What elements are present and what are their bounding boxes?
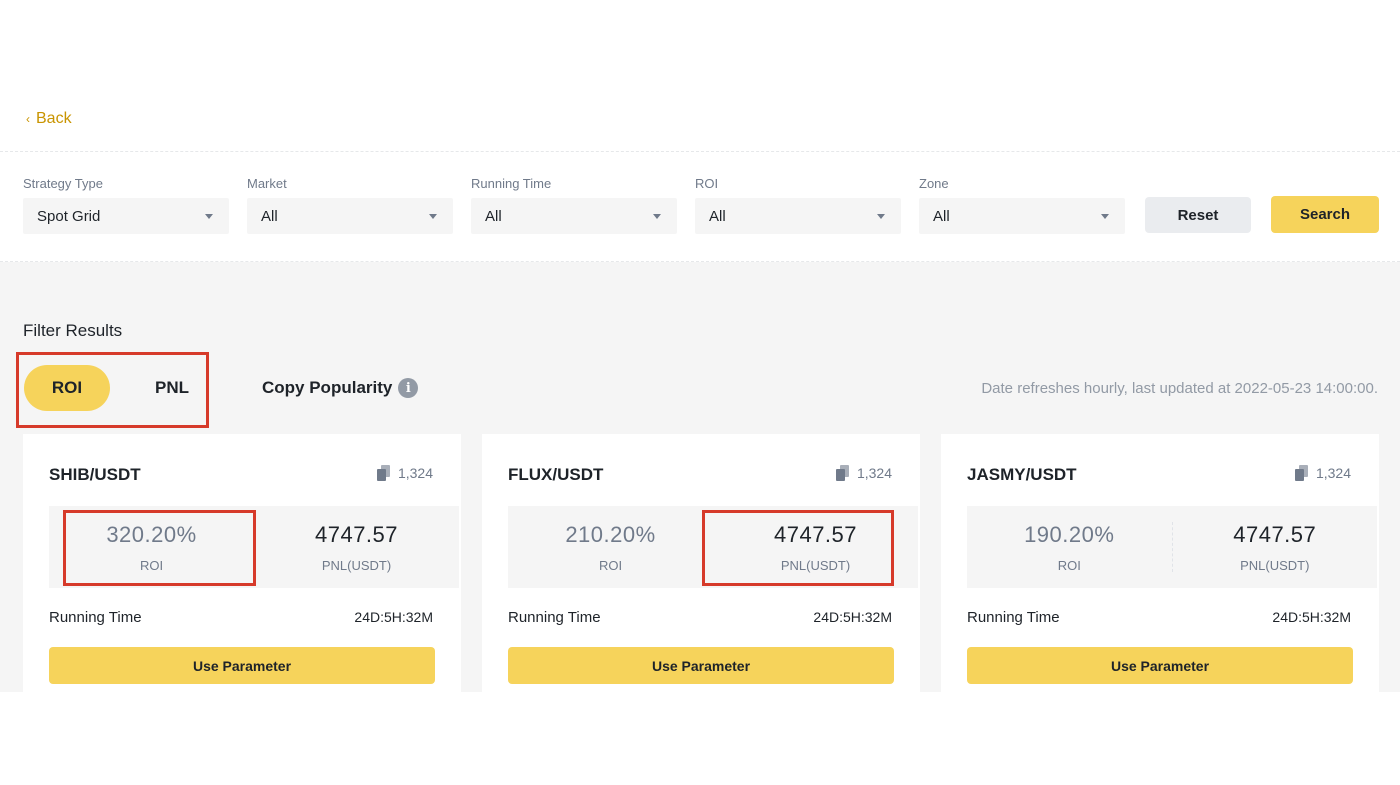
filter-market: Market All (247, 176, 453, 234)
info-icon[interactable]: i (398, 378, 419, 398)
pnl-value: 4747.57 (314, 521, 399, 547)
tab-copy-popularity[interactable]: Copy Popularity i (262, 378, 419, 398)
running-time-value: 24D:5H:32M (813, 609, 892, 625)
running-time-label: Running Time (49, 609, 142, 626)
pnl-label: PNL(USDT) (1240, 557, 1310, 573)
filter-running-time: Running Time All (471, 176, 677, 234)
search-button[interactable]: Search (1271, 196, 1379, 233)
highlight-box (16, 352, 209, 428)
roi-select[interactable]: All (695, 198, 901, 234)
pnl-label: PNL(USDT) (321, 557, 392, 573)
select-value: All (709, 207, 726, 225)
highlight-box (702, 510, 894, 586)
market-select[interactable]: All (247, 198, 453, 234)
running-time-label: Running Time (967, 609, 1060, 626)
back-link[interactable]: ‹ Back (26, 110, 72, 128)
copy-count: 1,324 (376, 465, 433, 481)
copy-icon (376, 465, 390, 481)
stats-panel: 190.20% ROI 4747.57 PNL(USDT) (967, 506, 1377, 588)
copy-count-value: 1,324 (1315, 465, 1351, 481)
roi-stat: 190.20% ROI (967, 506, 1172, 588)
pair-name: JASMY/USDT (967, 465, 1077, 484)
filter-label: Strategy Type (23, 176, 103, 191)
pnl-stat: 4747.57 PNL(USDT) (1173, 506, 1378, 588)
strategy-card: JASMY/USDT 1,324 190.20% ROI 4747.57 PNL… (941, 434, 1379, 692)
filter-label: Running Time (471, 176, 552, 191)
pnl-value: 4747.57 (1233, 521, 1317, 547)
caret-down-icon (1101, 213, 1109, 219)
select-value: Spot Grid (37, 207, 101, 225)
filter-zone: Zone All (919, 176, 1125, 234)
pair-name: FLUX/USDT (508, 465, 604, 484)
roi-label: ROI (1057, 557, 1081, 573)
filter-results-title: Filter Results (23, 321, 123, 340)
roi-value: 210.20% (565, 521, 656, 547)
copy-count: 1,324 (1294, 465, 1351, 481)
caret-down-icon (877, 213, 885, 219)
divider (0, 151, 1400, 152)
copy-count: 1,324 (835, 465, 892, 481)
select-value: All (261, 207, 278, 225)
use-parameter-button[interactable]: Use Parameter (967, 647, 1353, 684)
zone-select[interactable]: All (919, 198, 1125, 234)
last-updated-text: Date refreshes hourly, last updated at 2… (981, 380, 1378, 397)
copy-icon (835, 465, 849, 481)
filter-strategy-type: Strategy Type Spot Grid (23, 176, 229, 234)
caret-down-icon (205, 213, 213, 219)
tab-label: Copy Popularity (262, 378, 393, 397)
roi-label: ROI (598, 557, 623, 573)
pair-name: SHIB/USDT (49, 465, 141, 484)
select-value: All (485, 207, 502, 225)
copy-icon (1294, 465, 1308, 481)
use-parameter-button[interactable]: Use Parameter (49, 647, 435, 684)
strategy-type-select[interactable]: Spot Grid (23, 198, 229, 234)
use-parameter-button[interactable]: Use Parameter (508, 647, 894, 684)
select-value: All (933, 207, 950, 225)
pnl-stat: 4747.57 PNL(USDT) (254, 506, 459, 588)
reset-button[interactable]: Reset (1145, 197, 1251, 233)
caret-down-icon (429, 213, 437, 219)
highlight-box (63, 510, 256, 586)
filter-label: ROI (695, 176, 719, 191)
roi-stat: 210.20% ROI (508, 506, 713, 588)
back-label: Back (36, 110, 72, 127)
caret-down-icon (653, 213, 661, 219)
copy-count-value: 1,324 (856, 465, 892, 481)
roi-value: 190.20% (1024, 521, 1115, 547)
running-time-value: 24D:5H:32M (1272, 609, 1351, 625)
filter-bar: Strategy Type Spot Grid Market All Runni… (0, 176, 1400, 236)
filter-roi: ROI All (695, 176, 901, 234)
filter-label: Market (247, 176, 287, 191)
filter-label: Zone (919, 176, 949, 191)
running-time-select[interactable]: All (471, 198, 677, 234)
running-time-value: 24D:5H:32M (354, 609, 433, 625)
running-time-label: Running Time (508, 609, 601, 626)
copy-count-value: 1,324 (397, 465, 433, 481)
chevron-left-icon: ‹ (26, 112, 30, 126)
